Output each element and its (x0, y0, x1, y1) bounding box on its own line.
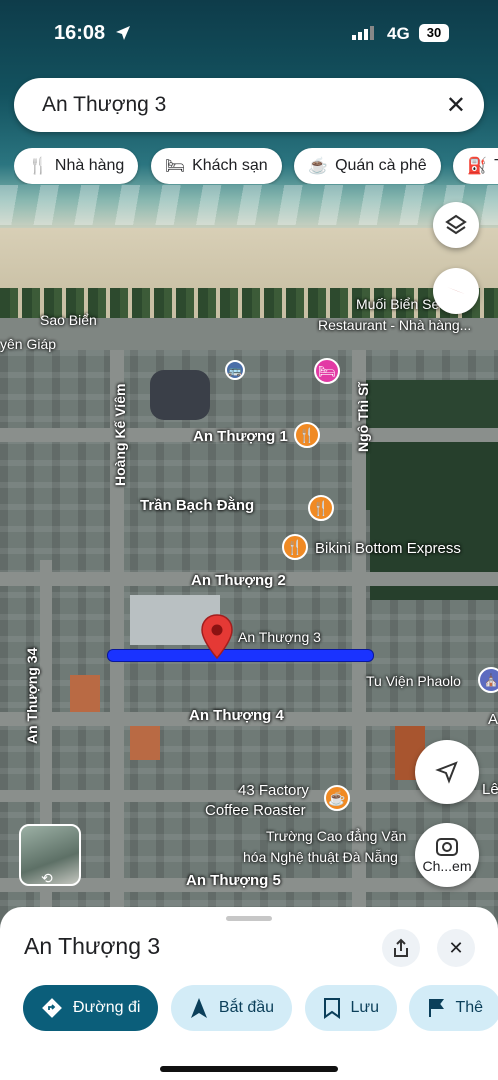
layers-button[interactable] (433, 202, 479, 248)
poi-label: Trường Cao đẳng Văn (266, 828, 407, 844)
map-label: yên Giáp (0, 336, 57, 352)
directions-icon (42, 998, 62, 1018)
fork-knife-icon: 🍴 (298, 426, 316, 443)
search-bar[interactable]: An Thượng 3 ✕ (14, 78, 484, 132)
navigation-arrow-icon (190, 998, 207, 1018)
share-icon (394, 938, 408, 957)
start-button[interactable]: Bắt đầu (170, 985, 293, 1031)
poi-label: Tu Viện Phaolo (366, 673, 461, 689)
restaurant-marker[interactable]: 🍴 (308, 495, 334, 521)
poi-label: Bikini Bottom Express (315, 540, 461, 557)
coffee-cup-icon: ☕ (328, 789, 346, 806)
location-pin-icon[interactable] (200, 614, 234, 660)
close-sheet-button[interactable]: ✕ (437, 929, 475, 967)
bus-icon: 🚌 (228, 364, 242, 377)
lens-label: Ch...em (422, 857, 472, 874)
compass-button[interactable] (433, 268, 479, 314)
bookmark-icon (323, 998, 340, 1019)
map-label: Restaurant - Nhà hàng... (318, 317, 472, 333)
map-label: Lê (482, 781, 498, 798)
church-icon: ⛪ (483, 673, 498, 687)
search-query[interactable]: An Thượng 3 (42, 93, 166, 117)
transit-marker[interactable]: 🚌 (225, 360, 245, 380)
close-icon: ✕ (448, 937, 464, 958)
cafe-marker[interactable]: ☕ (324, 785, 350, 811)
place-title: An Thượng 3 (24, 933, 161, 959)
restaurant-icon: 🍴 (28, 158, 48, 175)
chip-label: Nhà hàng (54, 157, 125, 174)
restaurant-marker[interactable]: 🍴 (294, 422, 320, 448)
fork-knife-icon: 🍴 (286, 538, 304, 555)
fork-knife-icon: 🍴 (312, 499, 330, 516)
action-label: Thê (455, 999, 484, 1016)
street-label: An Thượng 2 (191, 572, 286, 589)
street-view-icon: ⟲ (41, 870, 53, 886)
bed-icon: 🛏 (318, 362, 336, 379)
chip-label: Khách sạn (192, 157, 268, 174)
map-label: A (488, 711, 498, 728)
save-button[interactable]: Lưu (304, 985, 398, 1031)
compass-icon (447, 287, 465, 294)
building (130, 720, 160, 760)
clear-search-icon[interactable]: ✕ (446, 91, 466, 120)
street-label: An Thượng 4 (189, 707, 284, 724)
street-label: Ngô Thì Sĩ (355, 382, 371, 452)
street-label: An Thượng 34 (24, 647, 40, 744)
chip-label: Quán cà phê (335, 157, 427, 174)
home-indicator[interactable] (160, 1066, 338, 1072)
street-label: An Thượng 1 (193, 428, 288, 445)
poi-label: Coffee Roaster (205, 802, 306, 819)
hotel-icon: 🛏 (164, 158, 186, 175)
signal-bars-icon (352, 26, 374, 40)
building (70, 675, 100, 715)
action-label: Bắt đầu (218, 999, 275, 1016)
coffee-icon: ☕ (308, 158, 329, 175)
directions-button[interactable]: Đường đi (23, 985, 159, 1031)
category-chips: 🍴 Nhà hàng 🛏 Khách sạn ☕ Quán cà phê ⛽ Tr (14, 148, 498, 184)
action-buttons: Đường đi Bắt đầu Lưu Thê (23, 985, 498, 1031)
street-label: An Thượng 5 (186, 872, 281, 889)
camera-search-icon (436, 837, 458, 856)
map-label: Sao Biển (40, 312, 97, 328)
chip-hotels[interactable]: 🛏 Khách sạn (150, 148, 282, 184)
poi-label: 43 Factory (238, 782, 309, 799)
battery-indicator: 30 (419, 24, 449, 42)
lens-button[interactable]: Ch...em (415, 823, 479, 887)
action-label: Lưu (350, 999, 380, 1016)
church-marker[interactable]: ⛪ (478, 667, 498, 693)
restaurant-marker[interactable]: 🍴 (282, 534, 308, 560)
status-time: 16:08 (54, 22, 106, 44)
drag-handle[interactable] (226, 916, 272, 921)
hotel-marker[interactable]: 🛏 (314, 358, 340, 384)
chip-label: Tr (494, 157, 498, 175)
street-view-thumbnail[interactable]: ⟲ (19, 824, 81, 886)
hotel-building (150, 370, 210, 420)
my-location-button[interactable] (415, 740, 479, 804)
share-button[interactable] (382, 929, 420, 967)
poi-label: hóa Nghệ thuật Đà Nẵng (243, 849, 398, 865)
location-arrow-icon (116, 26, 130, 40)
add-button[interactable]: Thê (409, 985, 498, 1031)
street-label: Trần Bạch Đằng (140, 497, 255, 514)
chip-cafes[interactable]: ☕ Quán cà phê (294, 148, 441, 184)
network-type: 4G (387, 24, 410, 43)
gas-station-icon: ⛽ (467, 158, 488, 175)
navigation-arrow-icon (435, 761, 458, 784)
wave-foam (0, 185, 498, 225)
street-label: Hoàng Kế Viêm (112, 383, 128, 486)
flag-icon (429, 999, 445, 1017)
status-bar: 16:08 4G 30 (0, 0, 498, 60)
route-highlight-an-thuong-3 (107, 649, 374, 662)
chip-gas[interactable]: ⛽ Tr (453, 148, 498, 184)
street-label: An Thượng 3 (238, 629, 321, 645)
action-label: Đường đi (73, 999, 141, 1016)
chip-restaurants[interactable]: 🍴 Nhà hàng (14, 148, 139, 184)
layers-icon (445, 214, 467, 235)
